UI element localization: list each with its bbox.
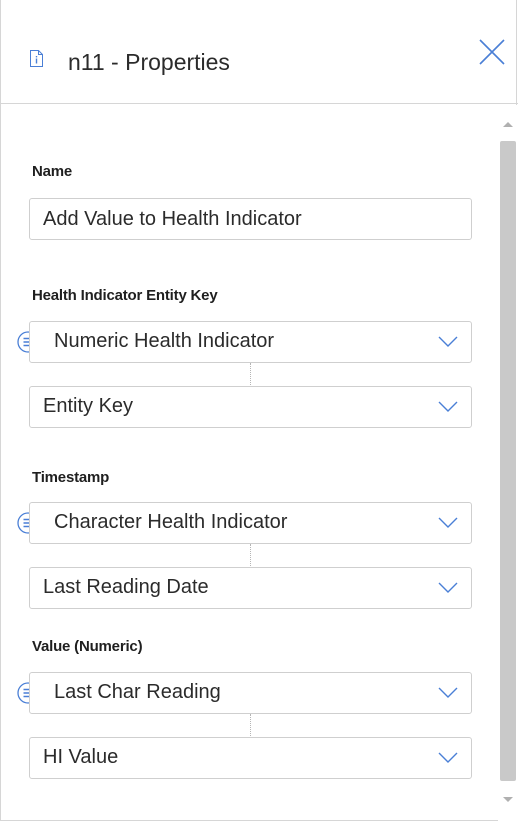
connector-line: [250, 363, 251, 385]
value-numeric-source-select[interactable]: Last Char Reading: [29, 672, 472, 714]
scroll-up-arrow-icon[interactable]: [500, 119, 516, 129]
timestamp-label: Timestamp: [32, 469, 110, 486]
entity-key-source-value: Numeric Health Indicator: [54, 330, 275, 352]
chevron-down-icon: [438, 752, 458, 763]
panel-body: Name Add Value to Health Indicator Healt…: [1, 105, 518, 821]
entity-key-source-select[interactable]: Numeric Health Indicator: [29, 321, 472, 363]
value-numeric-field-select[interactable]: HI Value: [29, 737, 472, 779]
panel-header: n11 - Properties: [1, 0, 518, 104]
close-icon[interactable]: [478, 38, 506, 66]
document-info-icon: [30, 50, 43, 67]
name-field-value: Add Value to Health Indicator: [43, 208, 302, 230]
scrollbar-thumb[interactable]: [500, 141, 516, 781]
timestamp-field-select[interactable]: Last Reading Date: [29, 567, 472, 609]
scroll-down-arrow-icon[interactable]: [500, 795, 516, 805]
entity-key-field-select[interactable]: Entity Key: [29, 386, 472, 428]
value-numeric-label: Value (Numeric): [32, 638, 143, 655]
timestamp-source-select[interactable]: Character Health Indicator: [29, 502, 472, 544]
chevron-down-icon: [438, 336, 458, 347]
panel-title: n11 - Properties: [68, 49, 230, 75]
chevron-down-icon: [438, 582, 458, 593]
value-numeric-source-value: Last Char Reading: [54, 681, 221, 703]
chevron-down-icon: [438, 687, 458, 698]
name-field[interactable]: Add Value to Health Indicator: [29, 198, 472, 240]
name-label: Name: [32, 163, 73, 180]
vertical-scrollbar[interactable]: [498, 105, 518, 821]
entity-key-field-value: Entity Key: [43, 395, 134, 417]
entity-key-label: Health Indicator Entity Key: [32, 287, 218, 304]
timestamp-source-value: Character Health Indicator: [54, 511, 288, 533]
chevron-down-icon: [438, 401, 458, 412]
connector-line: [250, 544, 251, 566]
timestamp-field-value: Last Reading Date: [43, 576, 209, 598]
properties-panel: n11 - Properties Name Add Value to Healt…: [0, 0, 518, 821]
chevron-down-icon: [438, 517, 458, 528]
value-numeric-field-value: HI Value: [43, 746, 119, 768]
connector-line: [250, 714, 251, 736]
